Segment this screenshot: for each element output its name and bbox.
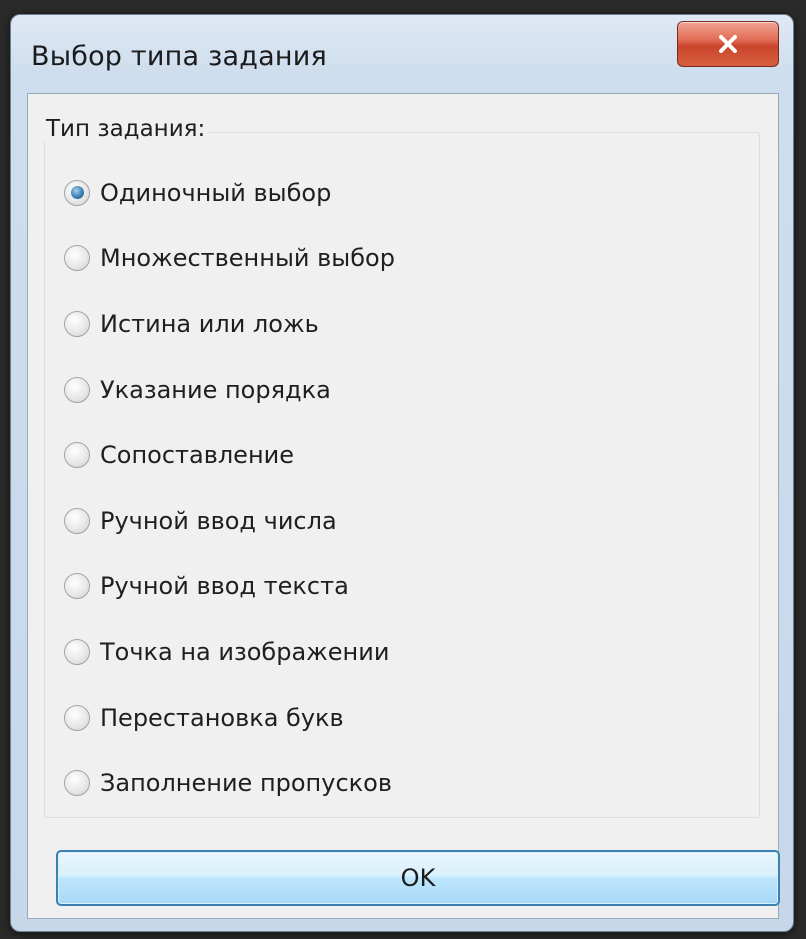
radio-option-label: Ручной ввод числа [100, 506, 337, 535]
radio-option-label: Истина или ложь [100, 309, 319, 338]
radio-button[interactable] [64, 638, 90, 665]
radio-button[interactable] [64, 376, 90, 403]
radio-button-selected[interactable] [64, 179, 90, 206]
close-icon [717, 35, 739, 53]
radio-option[interactable]: Указание порядка [64, 357, 724, 423]
radio-option[interactable]: Множественный выбор [64, 226, 724, 292]
radio-option[interactable]: Перестановка букв [64, 685, 724, 751]
radio-button[interactable] [64, 573, 90, 600]
radio-selected-dot [70, 186, 84, 200]
dialog-client-area: Тип задания: Одиночный выбор Множественны… [27, 93, 780, 919]
radio-option[interactable]: Точка на изображении [64, 619, 724, 685]
radio-option-label: Перестановка букв [100, 703, 344, 732]
radio-option-label: Множественный выбор [100, 244, 395, 273]
radio-option[interactable]: Ручной ввод текста [64, 554, 724, 620]
task-type-radio-list: Одиночный выбор Множественный выбор Истина… [64, 160, 724, 816]
radio-option[interactable]: Ручной ввод числа [64, 488, 724, 554]
radio-option[interactable]: Истина или ложь [64, 291, 724, 357]
ok-button[interactable]: OK [56, 850, 780, 906]
radio-option-label: Одиночный выбор [100, 178, 332, 207]
dialog-window: Выбор типа задания Тип задания: Одиночны… [10, 14, 794, 932]
radio-button[interactable] [64, 310, 90, 337]
radio-option-label: Указание порядка [100, 375, 331, 404]
window-title: Выбор типа задания [31, 41, 327, 72]
radio-option[interactable]: Одиночный выбор [64, 160, 724, 226]
radio-option-label: Точка на изображении [100, 637, 390, 666]
title-bar[interactable]: Выбор типа задания [11, 15, 793, 93]
radio-option-label: Сопоставление [100, 441, 295, 470]
radio-option-label: Заполнение пропусков [100, 769, 392, 798]
radio-option-label: Ручной ввод текста [100, 572, 349, 601]
radio-option[interactable]: Заполнение пропусков [64, 750, 724, 816]
radio-button[interactable] [64, 245, 90, 272]
task-type-legend: Тип задания: [42, 116, 210, 142]
radio-button[interactable] [64, 442, 90, 469]
radio-button[interactable] [64, 507, 90, 534]
radio-button[interactable] [64, 704, 90, 731]
close-button[interactable] [677, 21, 779, 67]
radio-option[interactable]: Сопоставление [64, 422, 724, 488]
radio-button[interactable] [64, 770, 90, 797]
